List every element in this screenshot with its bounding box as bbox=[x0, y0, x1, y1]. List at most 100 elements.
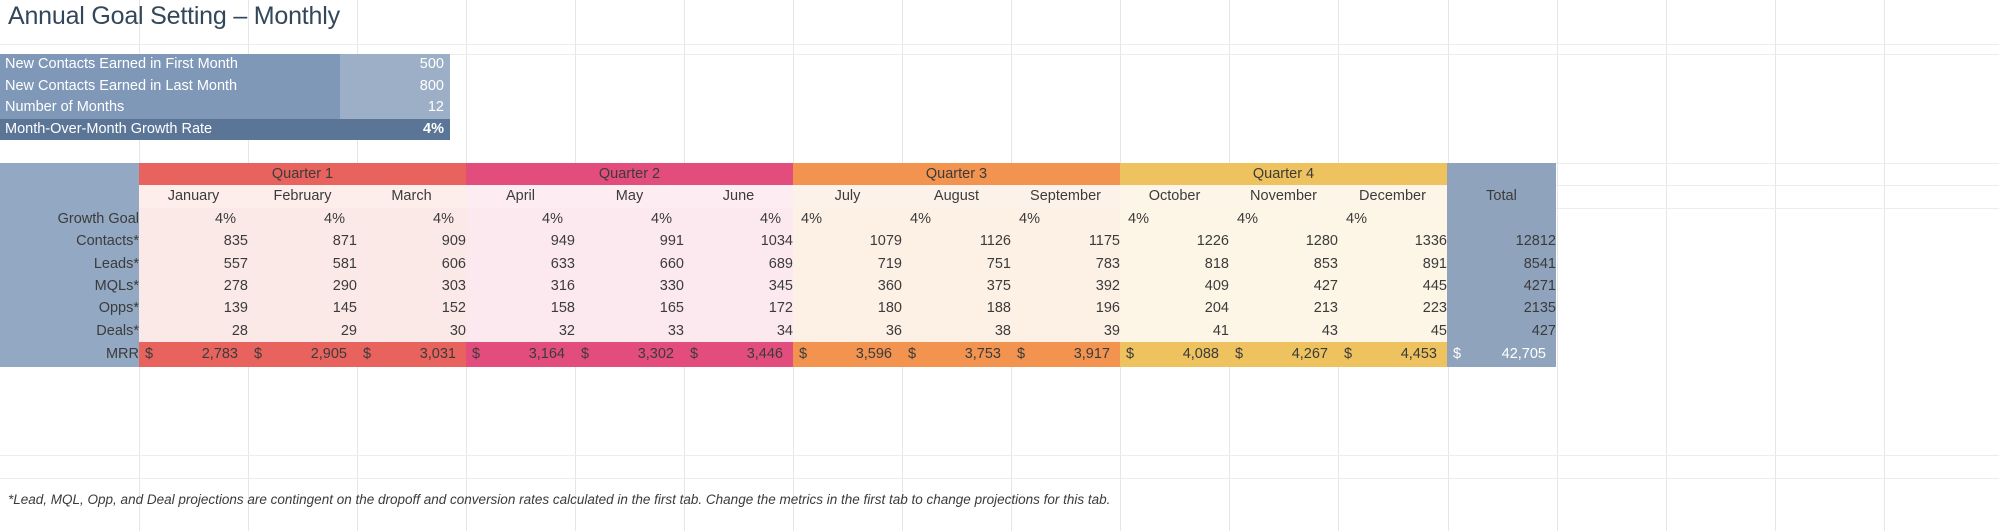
currency-symbol: $ bbox=[145, 346, 154, 363]
data-cell: 991 bbox=[575, 230, 684, 253]
month-header-row: January February March April May June July Augu… bbox=[0, 185, 1556, 208]
currency-amount: 3,302 bbox=[637, 346, 674, 363]
data-cell: 891 bbox=[1338, 252, 1447, 276]
month-header: September bbox=[1011, 185, 1120, 208]
data-cell: 145 bbox=[248, 297, 357, 320]
data-cell: 4% bbox=[1229, 207, 1338, 231]
data-cell: $3,302 bbox=[575, 342, 684, 368]
input-row: Number of Months 12 bbox=[0, 97, 450, 119]
data-cell: 751 bbox=[902, 252, 1011, 276]
data-cell: 38 bbox=[902, 319, 1011, 343]
month-header: November bbox=[1229, 185, 1338, 208]
data-cell: 557 bbox=[139, 252, 248, 276]
data-cell: 581 bbox=[248, 252, 357, 276]
input-value[interactable]: 800 bbox=[340, 75, 450, 97]
currency-amount: 4,453 bbox=[1400, 346, 1437, 363]
quarter-header: Quarter 2 bbox=[466, 163, 793, 186]
table-row: Deals* 28 29 30 32 33 34 36 38 39 41 43 45 427 bbox=[0, 319, 1556, 343]
month-header: February bbox=[248, 185, 357, 208]
table-row: Leads* 557 581 606 633 660 689 719 751 783 818 853 8… bbox=[0, 252, 1556, 276]
data-cell: 4% bbox=[248, 207, 357, 231]
row-label: Opps* bbox=[0, 297, 139, 320]
data-cell: 633 bbox=[466, 252, 575, 276]
total-column-header: Total bbox=[1447, 185, 1556, 208]
input-label: New Contacts Earned in Last Month bbox=[0, 75, 340, 97]
data-cell: $2,905 bbox=[248, 342, 357, 368]
currency-symbol: $ bbox=[1235, 346, 1244, 363]
input-label: Number of Months bbox=[0, 97, 340, 119]
month-header: June bbox=[684, 185, 793, 208]
data-cell: 188 bbox=[902, 297, 1011, 320]
total-cell: 12812 bbox=[1447, 230, 1556, 253]
data-cell: 1226 bbox=[1120, 230, 1229, 253]
data-cell: 409 bbox=[1120, 275, 1229, 298]
input-value[interactable]: 4% bbox=[340, 118, 450, 140]
currency-amount: 3,446 bbox=[746, 346, 783, 363]
data-cell: 660 bbox=[575, 252, 684, 276]
input-value[interactable]: 12 bbox=[340, 97, 450, 119]
data-cell: 172 bbox=[684, 297, 793, 320]
table-corner bbox=[0, 185, 139, 208]
currency-symbol: $ bbox=[1126, 346, 1135, 363]
currency-amount: 3,031 bbox=[419, 346, 456, 363]
input-row: New Contacts Earned in First Month 500 bbox=[0, 54, 450, 76]
row-label: Deals* bbox=[0, 319, 139, 343]
data-cell: 4% bbox=[357, 207, 466, 231]
currency-symbol: $ bbox=[472, 346, 481, 363]
data-cell: 158 bbox=[466, 297, 575, 320]
currency-amount: 2,905 bbox=[310, 346, 347, 363]
input-row: Month-Over-Month Growth Rate 4% bbox=[0, 118, 450, 140]
currency-symbol: $ bbox=[799, 346, 808, 363]
data-cell: 783 bbox=[1011, 252, 1120, 276]
month-header: March bbox=[357, 185, 466, 208]
currency-symbol: $ bbox=[581, 346, 590, 363]
currency-amount: 4,267 bbox=[1291, 346, 1328, 363]
currency-amount: 2,783 bbox=[201, 346, 238, 363]
data-cell: 41 bbox=[1120, 319, 1229, 343]
data-cell: 196 bbox=[1011, 297, 1120, 320]
data-cell: 4% bbox=[902, 207, 1011, 231]
data-cell: 303 bbox=[357, 275, 466, 298]
data-cell: 43 bbox=[1229, 319, 1338, 343]
table-row: Opps* 139 145 152 158 165 172 180 188 196 204 213 22… bbox=[0, 297, 1556, 320]
quarter-header: Quarter 1 bbox=[139, 163, 466, 186]
total-cell: 427 bbox=[1447, 319, 1556, 343]
data-cell: 392 bbox=[1011, 275, 1120, 298]
data-cell: 290 bbox=[248, 275, 357, 298]
total-cell: 8541 bbox=[1447, 252, 1556, 276]
month-header: October bbox=[1120, 185, 1229, 208]
data-cell: 4% bbox=[1338, 207, 1447, 231]
currency-amount: 3,753 bbox=[964, 346, 1001, 363]
data-cell: $2,783 bbox=[139, 342, 248, 368]
table-row: Contacts* 835 871 909 949 991 1034 1079 1126 1175… bbox=[0, 230, 1556, 253]
row-label: Growth Goal bbox=[0, 207, 139, 231]
data-cell: 1336 bbox=[1338, 230, 1447, 253]
data-cell: 853 bbox=[1229, 252, 1338, 276]
data-cell: 28 bbox=[139, 319, 248, 343]
input-label: Month-Over-Month Growth Rate bbox=[0, 118, 340, 140]
month-header: May bbox=[575, 185, 684, 208]
data-cell: 360 bbox=[793, 275, 902, 298]
row-label: MRR bbox=[0, 342, 139, 368]
currency-amount: 3,596 bbox=[855, 346, 892, 363]
data-cell: 375 bbox=[902, 275, 1011, 298]
data-cell: $3,917 bbox=[1011, 342, 1120, 368]
data-cell: $4,267 bbox=[1229, 342, 1338, 368]
data-cell: $3,446 bbox=[684, 342, 793, 368]
total-cell: 2135 bbox=[1447, 297, 1556, 320]
data-cell: $3,596 bbox=[793, 342, 902, 368]
data-cell: 909 bbox=[357, 230, 466, 253]
input-value[interactable]: 500 bbox=[340, 54, 450, 76]
currency-amount: 42,705 bbox=[1501, 346, 1546, 363]
month-header: December bbox=[1338, 185, 1447, 208]
table-corner bbox=[0, 163, 139, 186]
data-cell: 278 bbox=[139, 275, 248, 298]
quarter-header-row: Quarter 1 Quarter 2 Quarter 3 Quarter 4 bbox=[0, 163, 1556, 186]
data-cell: 213 bbox=[1229, 297, 1338, 320]
quarter-header: Quarter 4 bbox=[1120, 163, 1447, 186]
currency-amount: 4,088 bbox=[1182, 346, 1219, 363]
row-label: MQLs* bbox=[0, 275, 139, 298]
total-cell: 4271 bbox=[1447, 275, 1556, 298]
currency-amount: 3,917 bbox=[1073, 346, 1110, 363]
data-cell: 39 bbox=[1011, 319, 1120, 343]
